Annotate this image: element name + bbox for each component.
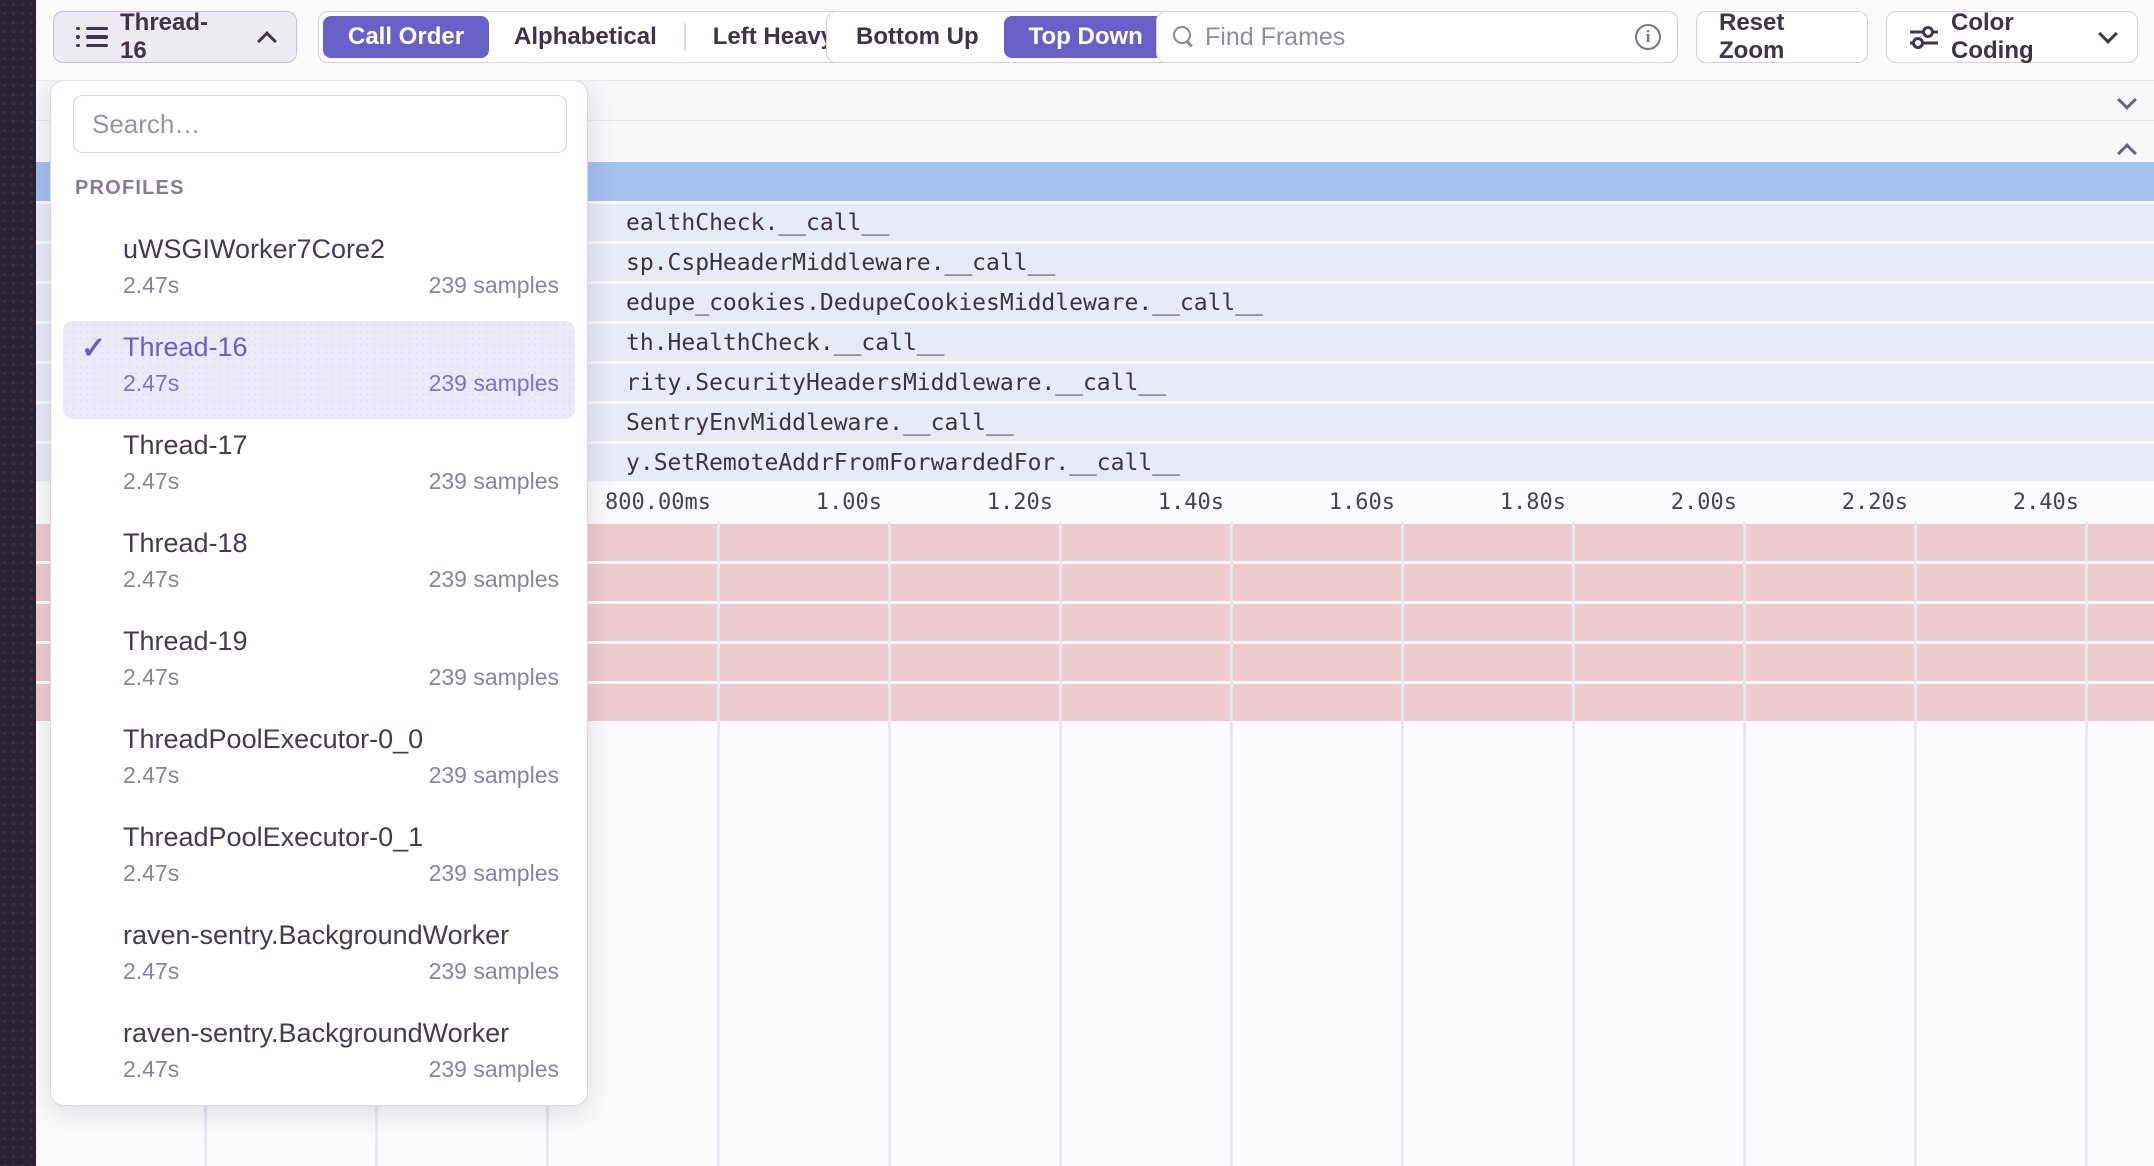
- gridline: [2085, 522, 2088, 1166]
- check-icon: ✓: [81, 331, 121, 366]
- app-sidebar: [0, 0, 36, 1166]
- gridline: [717, 522, 720, 1166]
- profile-duration: 2.47s: [123, 958, 179, 985]
- axis-tick-label: 2.40s: [1915, 484, 2079, 521]
- axis-tick-label: 1.80s: [1402, 484, 1566, 521]
- thread-selector-button[interactable]: Thread-16: [53, 11, 297, 63]
- sort-segmented-control: Call Order Alphabetical Left Heavy: [318, 11, 864, 63]
- search-icon: [1173, 26, 1195, 48]
- tab-top-down[interactable]: Top Down: [1004, 16, 1168, 58]
- profile-duration: 2.47s: [123, 860, 179, 887]
- axis-tick-label: 1.60s: [1231, 484, 1395, 521]
- gridline: [1401, 522, 1404, 1166]
- color-coding-button[interactable]: Color Coding: [1886, 11, 2138, 63]
- frame-label: rity.SecurityHeadersMiddleware.__call__: [626, 364, 1166, 401]
- tab-alphabetical[interactable]: Alphabetical: [489, 16, 682, 58]
- profile-option[interactable]: ThreadPoolExecutor-0_1 2.47s 239 samples: [63, 811, 575, 909]
- profile-samples: 239 samples: [429, 272, 559, 299]
- profile-option[interactable]: ThreadPoolExecutor-0_0 2.47s 239 samples: [63, 713, 575, 811]
- profile-duration: 2.47s: [123, 566, 179, 593]
- profile-option-selected[interactable]: ✓ Thread-16 2.47s 239 samples: [63, 321, 575, 419]
- axis-tick-label: 1.00s: [718, 484, 882, 521]
- profile-samples: 239 samples: [429, 1056, 559, 1083]
- dropdown-search-field: [73, 95, 567, 153]
- profile-duration: 2.47s: [123, 664, 179, 691]
- chevron-down-icon[interactable]: [2117, 90, 2137, 110]
- find-frames-input[interactable]: [1205, 23, 1625, 52]
- segment-divider: [684, 23, 686, 51]
- gridline: [1230, 522, 1233, 1166]
- reset-zoom-button[interactable]: Reset Zoom: [1696, 11, 1868, 63]
- chevron-up-icon: [257, 31, 277, 51]
- axis-tick-label: 1.20s: [889, 484, 1053, 521]
- profile-duration: 2.47s: [123, 370, 179, 397]
- profile-option[interactable]: raven-sentry.BackgroundWorker 2.47s 239 …: [63, 909, 575, 1007]
- tab-bottom-up[interactable]: Bottom Up: [831, 16, 1004, 58]
- frame-label: SentryEnvMiddleware.__call__: [626, 404, 1014, 441]
- gridline: [1572, 522, 1575, 1166]
- axis-tick-label: 2.00s: [1573, 484, 1737, 521]
- profile-option[interactable]: Thread-17 2.47s 239 samples: [63, 419, 575, 517]
- gridline: [1914, 522, 1917, 1166]
- gridline: [888, 522, 891, 1166]
- chevron-down-icon: [2098, 24, 2118, 44]
- find-frames-field: i: [1156, 11, 1678, 63]
- info-icon: i: [1635, 24, 1661, 50]
- frame-label: y.SetRemoteAddrFromForwardedFor.__call__: [626, 444, 1180, 481]
- frame-label: ealthCheck.__call__: [626, 204, 889, 241]
- frame-label: th.HealthCheck.__call__: [626, 324, 945, 361]
- frame-label: sp.CspHeaderMiddleware.__call__: [626, 244, 1055, 281]
- frame-label: edupe_cookies.DedupeCookiesMiddleware.__…: [626, 284, 1263, 321]
- profile-samples: 239 samples: [429, 370, 559, 397]
- dropdown-search-input[interactable]: [92, 109, 548, 140]
- profile-samples: 239 samples: [429, 762, 559, 789]
- profile-duration: 2.47s: [123, 762, 179, 789]
- profile-duration: 2.47s: [123, 272, 179, 299]
- profile-option[interactable]: Thread-18 2.47s 239 samples: [63, 517, 575, 615]
- profiles-section-label: PROFILES: [75, 177, 185, 200]
- profile-duration: 2.47s: [123, 1056, 179, 1083]
- chevron-up-icon[interactable]: [2117, 143, 2137, 163]
- sliders-icon: [1909, 24, 1939, 50]
- thread-selector-dropdown: PROFILES uWSGIWorker7Core2 2.47s 239 sam…: [50, 80, 588, 1106]
- profile-option[interactable]: Thread-19 2.47s 239 samples: [63, 615, 575, 713]
- flamegraph-toolbar: Thread-16 Call Order Alphabetical Left H…: [36, 0, 2154, 81]
- profiles-list: uWSGIWorker7Core2 2.47s 239 samples ✓ Th…: [51, 223, 587, 1105]
- profile-samples: 239 samples: [429, 566, 559, 593]
- thread-list-icon: [76, 27, 108, 48]
- axis-tick-label: 1.40s: [1060, 484, 1224, 521]
- gridline: [1059, 522, 1062, 1166]
- profile-option[interactable]: uWSGIWorker7Core2 2.47s 239 samples: [63, 223, 575, 321]
- profile-samples: 239 samples: [429, 958, 559, 985]
- gridline: [1743, 522, 1746, 1166]
- thread-selector-label: Thread-16: [120, 9, 234, 65]
- tab-call-order[interactable]: Call Order: [323, 16, 489, 58]
- profile-samples: 239 samples: [429, 468, 559, 495]
- profile-duration: 2.47s: [123, 468, 179, 495]
- profile-samples: 239 samples: [429, 860, 559, 887]
- profile-option[interactable]: raven-sentry.BackgroundWorker 2.47s 239 …: [63, 1007, 575, 1105]
- profile-samples: 239 samples: [429, 664, 559, 691]
- direction-segmented-control: Bottom Up Top Down: [826, 11, 1173, 63]
- axis-tick-label: 2.20s: [1744, 484, 1908, 521]
